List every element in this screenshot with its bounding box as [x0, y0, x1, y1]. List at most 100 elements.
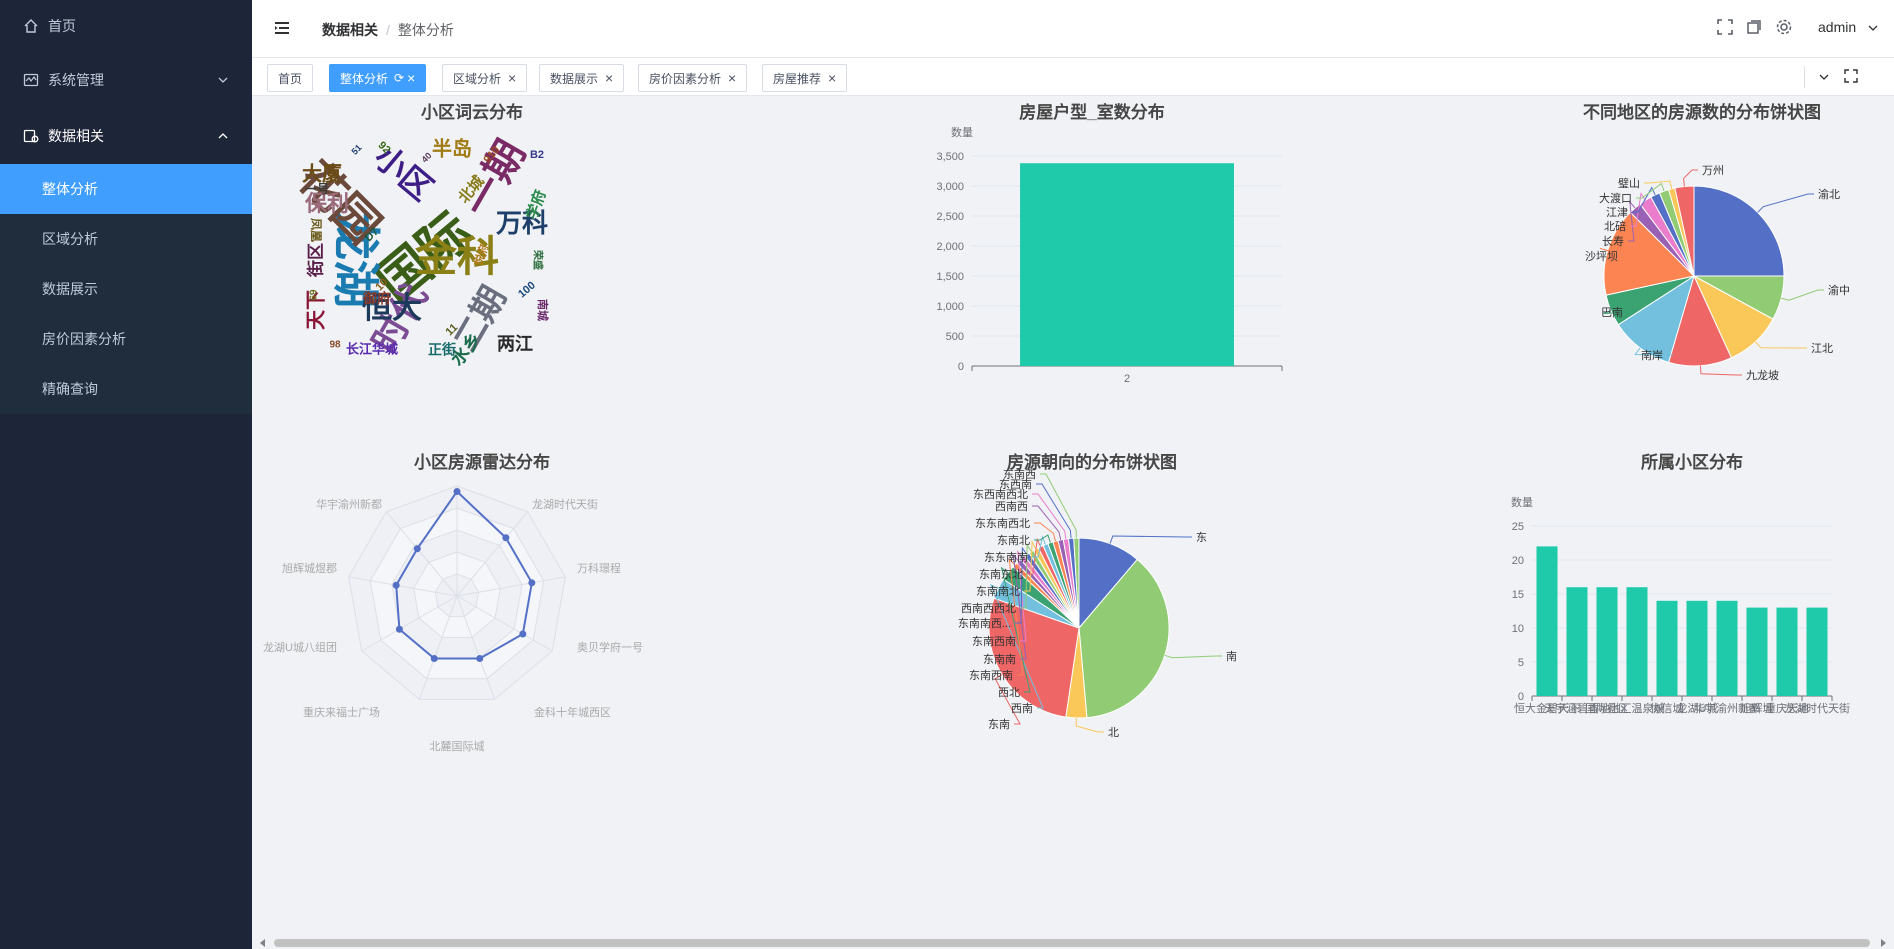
- radar-indicator-label: 重庆来福士广场: [303, 705, 380, 719]
- chevron-down-icon[interactable]: [1818, 71, 1830, 83]
- refresh-icon[interactable]: ⟳: [394, 71, 404, 85]
- pie-label: 渝北: [1818, 187, 1840, 201]
- bar: [1776, 607, 1798, 696]
- pie-label: 北: [1108, 726, 1119, 739]
- radar-indicator-label: 华宇渝州新都: [316, 497, 382, 511]
- pie-label-line: [1683, 169, 1698, 187]
- tag-label: 房屋推荐: [773, 71, 822, 86]
- y-tick-label: 3,000: [936, 181, 964, 193]
- chevron-down-icon[interactable]: [1867, 22, 1879, 34]
- pie-label-line: [1075, 717, 1104, 733]
- bar-chart-rooms: 数量 0 500 1,000 1,500 2,000 2,500 3,000 3,500 2: [936, 126, 1283, 385]
- scrollbar-thumb[interactable]: [274, 939, 1870, 947]
- y-tick-label: 20: [1512, 555, 1524, 567]
- wordcloud-word: 凤凰: [309, 218, 323, 242]
- close-icon[interactable]: ×: [508, 71, 516, 85]
- fullscreen-icon[interactable]: [1844, 69, 1858, 83]
- sidebar-item-system[interactable]: 系统管理: [0, 52, 252, 108]
- tag-region-analysis[interactable]: 区域分析 ×: [442, 64, 528, 92]
- radar-point: [392, 581, 400, 589]
- pie-label: 长寿: [1602, 234, 1624, 248]
- pie-label: 巴南: [1601, 306, 1623, 319]
- monitor-icon: [22, 71, 40, 89]
- x-tick-label: 2: [1124, 373, 1130, 385]
- pie-label: 西南西: [995, 500, 1028, 513]
- size-icon[interactable]: [1745, 18, 1763, 36]
- tag-home[interactable]: 首页: [267, 64, 314, 92]
- sidebar-item-precise-query[interactable]: 精确查询: [0, 364, 252, 414]
- close-icon[interactable]: ×: [605, 71, 613, 85]
- tag-house-recommend[interactable]: 房屋推荐 ×: [762, 64, 848, 92]
- pie-label: 东南: [988, 718, 1010, 731]
- y-tick-label: 1,000: [936, 301, 964, 313]
- scroll-left-icon[interactable]: [258, 938, 268, 948]
- bar: [1746, 607, 1768, 696]
- wordcloud-word: 御府: [362, 291, 391, 307]
- pie-label: 西南西西北: [961, 602, 1016, 615]
- sidebar-item-home[interactable]: 首页: [0, 0, 252, 52]
- chart-title: 不同地区的房源数的分布饼状图: [1583, 103, 1821, 122]
- tag-overall-analysis[interactable]: 整体分析 ⟳ ×: [329, 64, 427, 92]
- y-tick-label: 25: [1512, 521, 1524, 533]
- pie-chart-region: 渝北渝中江北九龙坡 南岸 巴南 沙坪坝长寿北碚江津大渡口璧山 万州: [1585, 165, 1850, 382]
- bar: [1566, 587, 1588, 696]
- radar-indicator-label: 龙湖时代天街: [532, 497, 598, 511]
- axis-label: 数量: [951, 126, 973, 139]
- scroll-right-icon[interactable]: [1878, 938, 1888, 948]
- close-icon[interactable]: ×: [728, 71, 736, 85]
- navbar: 数据相关 / 整体分析 admin: [252, 0, 1894, 58]
- pie-label: 东东南西北: [975, 517, 1030, 530]
- pie-label: 渝中: [1828, 283, 1850, 297]
- pie-label: 万州: [1702, 165, 1724, 177]
- sidebar-item-overall-analysis[interactable]: 整体分析: [0, 164, 252, 214]
- close-icon[interactable]: ×: [407, 71, 415, 85]
- sidebar: 首页 系统管理 数据相关 整体分析 区域分析 数据展示 房价因素分析 精确查询: [0, 0, 252, 949]
- wordcloud-word: 两江: [497, 334, 533, 354]
- wordcloud-word: 半岛: [432, 136, 472, 160]
- pie-label: 九龙坡: [1746, 369, 1779, 382]
- pie-label-line: [1757, 193, 1814, 213]
- pie-label: 东: [1196, 531, 1207, 544]
- pie-label: 东东南南: [984, 551, 1028, 564]
- sidebar-item-label: 系统管理: [48, 72, 104, 88]
- user-menu[interactable]: admin: [1818, 19, 1856, 35]
- pie-label-line: [1644, 180, 1673, 189]
- chevron-down-icon: [218, 77, 228, 83]
- breadcrumb-item[interactable]: 数据相关: [322, 22, 378, 38]
- radar-point: [395, 625, 403, 633]
- sidebar-item-data[interactable]: 数据相关: [0, 108, 252, 164]
- pie-label-line: [1040, 473, 1077, 539]
- sidebar-item-data-display[interactable]: 数据展示: [0, 264, 252, 314]
- tag-label: 房价因素分析: [649, 71, 722, 86]
- chevron-up-icon: [218, 133, 228, 139]
- tags-view: 首页 整体分析 ⟳ × 区域分析 × 数据展示 × 房价因素分析 × 房屋推荐 ×: [252, 58, 1894, 96]
- radar-point: [413, 545, 421, 553]
- hamburger-icon[interactable]: [272, 18, 292, 38]
- pie-label: 东南西南: [969, 669, 1013, 682]
- pie-label: 南: [1226, 650, 1237, 663]
- wordcloud-word: 正街: [428, 342, 456, 358]
- sidebar-item-label: 数据相关: [48, 128, 104, 144]
- fullscreen-icon[interactable]: [1716, 18, 1734, 36]
- pie-label: 北碚: [1604, 219, 1626, 233]
- chart-title: 所属小区分布: [1641, 453, 1743, 472]
- radar-point: [453, 488, 461, 495]
- y-tick-label: 0: [1518, 691, 1524, 703]
- wordcloud-word: 100: [516, 279, 538, 300]
- sidebar-item-label: 首页: [48, 18, 76, 34]
- sidebar-item-price-factor[interactable]: 房价因素分析: [0, 314, 252, 364]
- gear-icon[interactable]: [1775, 18, 1793, 36]
- pie-label: 东南西: [1003, 468, 1036, 481]
- tag-data-display[interactable]: 数据展示 ×: [539, 64, 625, 92]
- pie-label: 东南南: [983, 653, 1016, 666]
- pie-label: 璧山: [1618, 176, 1640, 190]
- bar: [1806, 607, 1828, 696]
- wordcloud-word: 51: [349, 142, 363, 156]
- close-icon[interactable]: ×: [828, 71, 836, 85]
- bar: [1656, 600, 1678, 696]
- sidebar-item-region-analysis[interactable]: 区域分析: [0, 214, 252, 264]
- pie-slice: [1693, 185, 1785, 277]
- tag-label: 整体分析: [340, 71, 389, 86]
- horizontal-scrollbar[interactable]: [258, 935, 1888, 949]
- tag-price-factor[interactable]: 房价因素分析 ×: [638, 64, 748, 92]
